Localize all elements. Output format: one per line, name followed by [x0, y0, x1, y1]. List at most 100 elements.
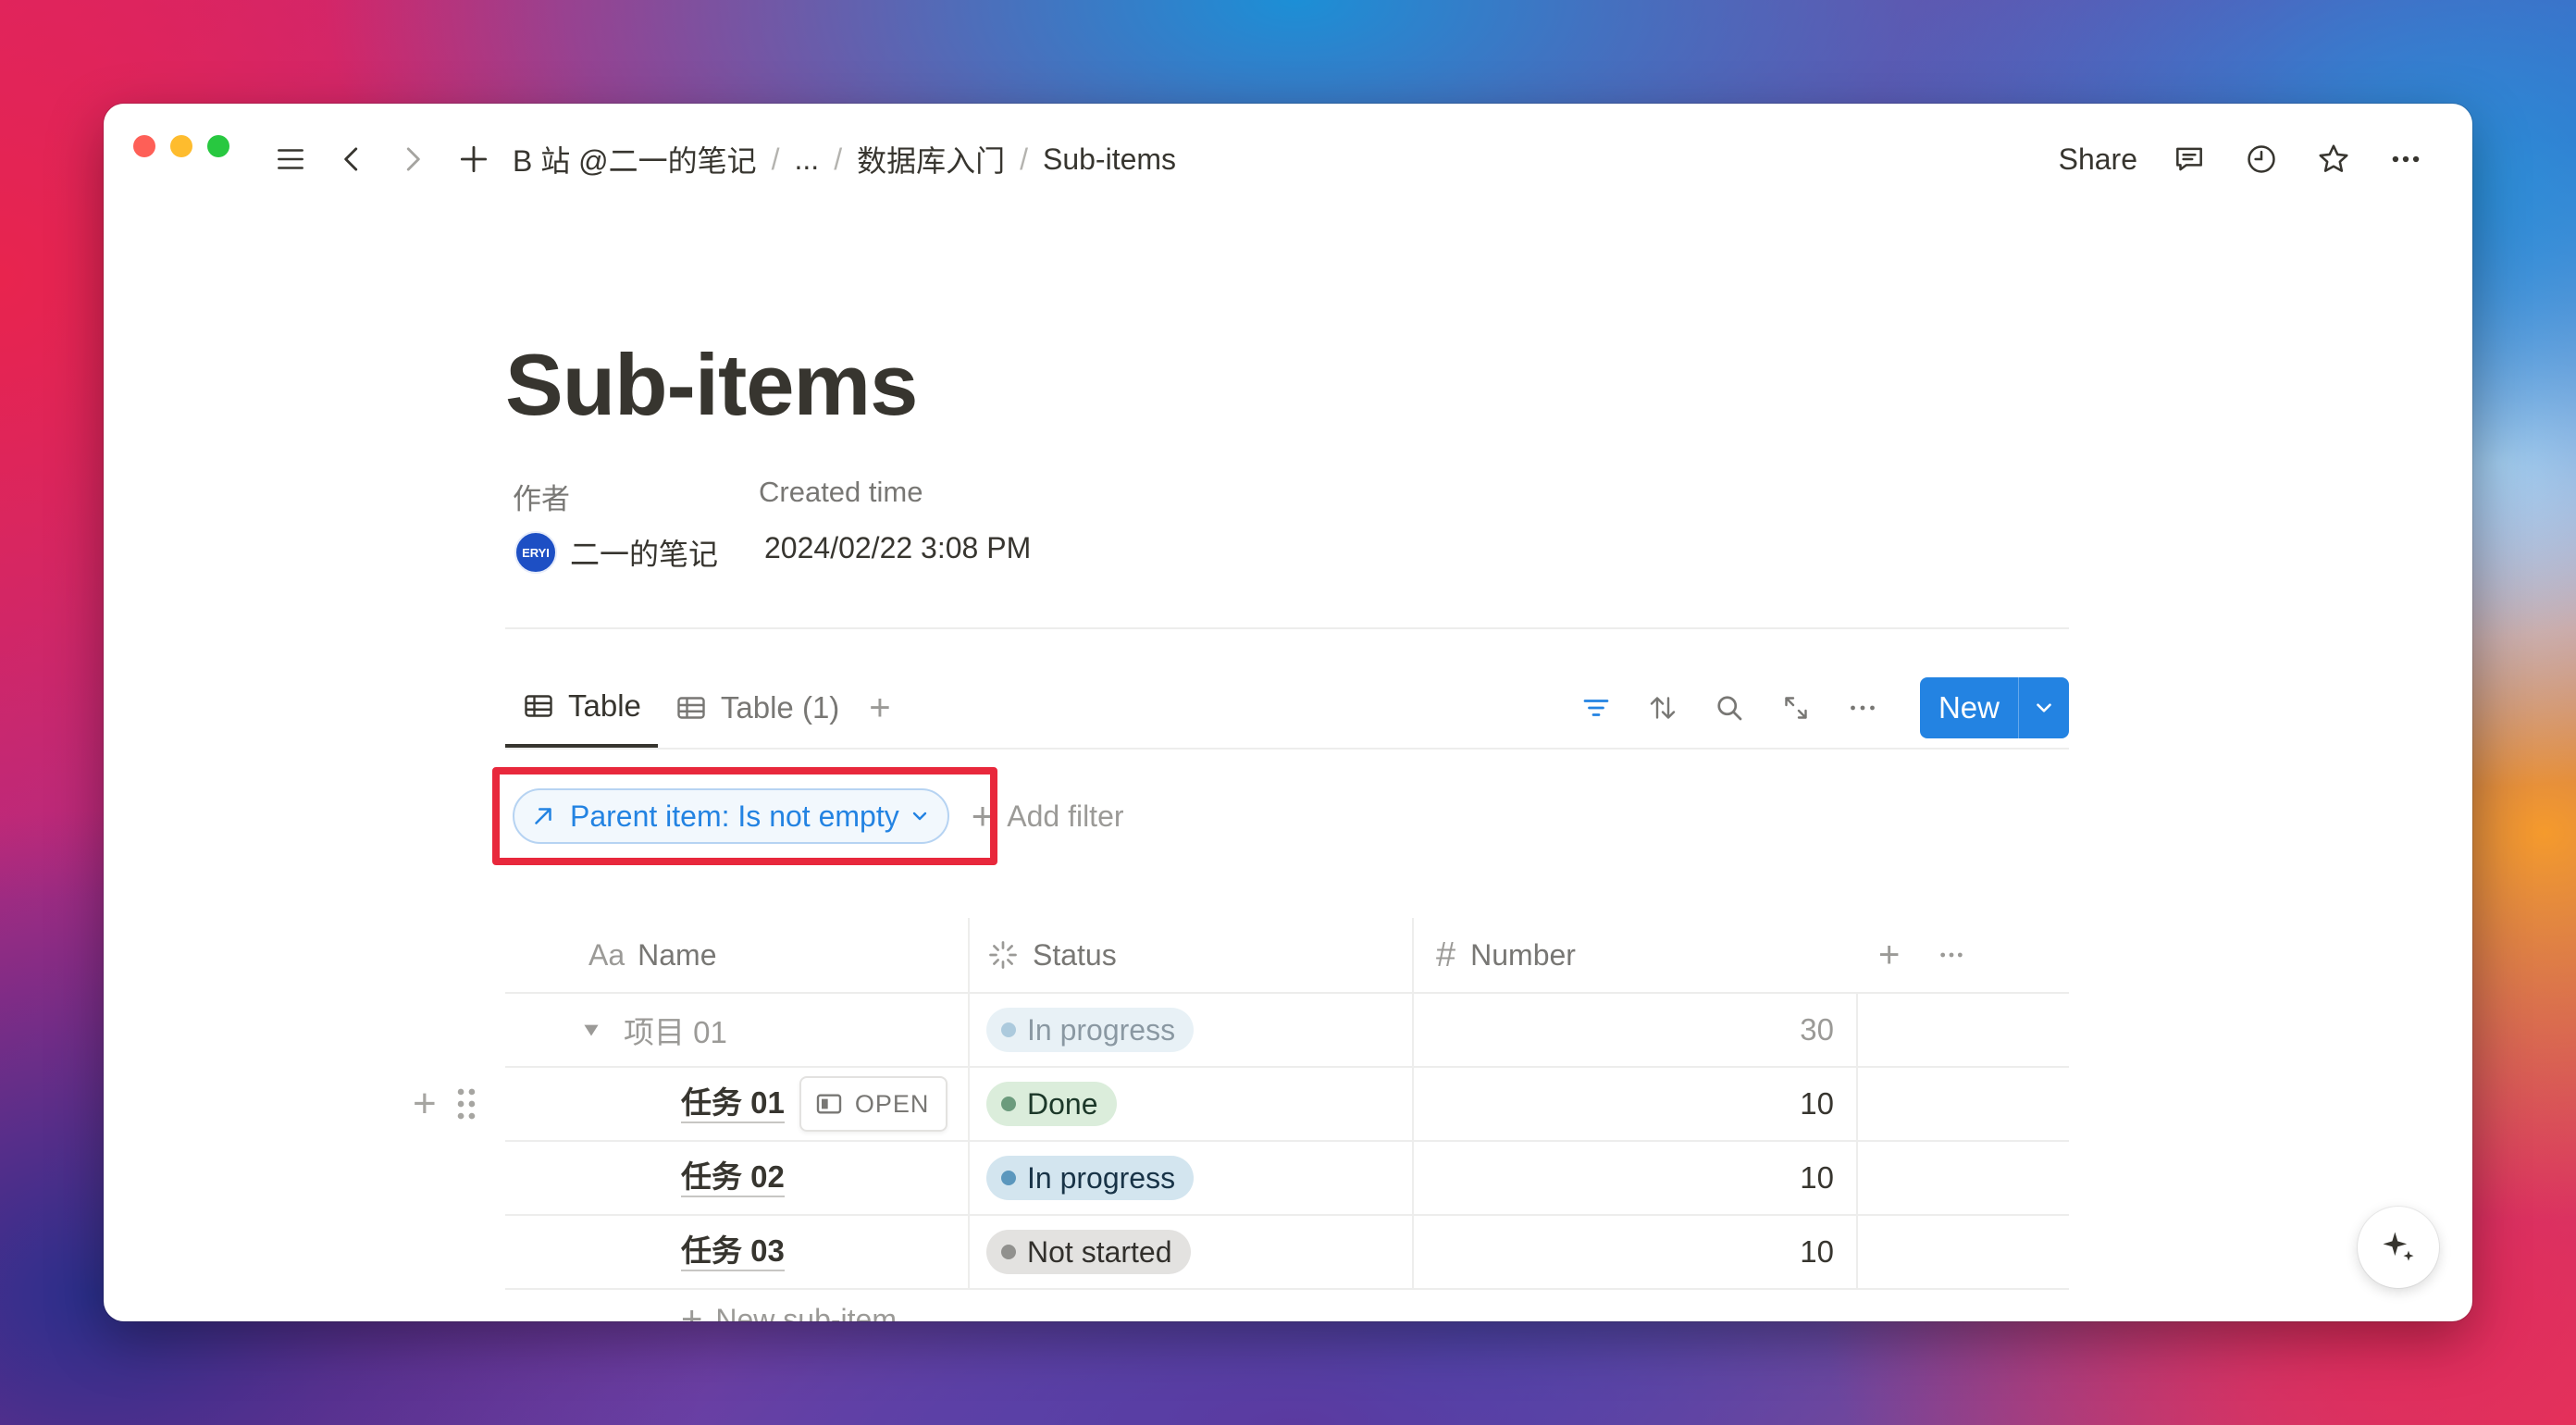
created-time-property-label[interactable]: Created time — [759, 476, 923, 509]
share-button[interactable]: Share — [2059, 142, 2137, 177]
plus-icon — [460, 145, 488, 173]
minimize-window-button[interactable] — [170, 135, 192, 157]
expand-icon — [1785, 697, 1807, 719]
ai-assistant-button[interactable] — [2358, 1207, 2439, 1288]
tab-table[interactable]: Table — [505, 668, 658, 748]
status-cell[interactable]: Done — [968, 1068, 1412, 1140]
add-row-button[interactable]: + — [413, 1081, 437, 1127]
divider — [505, 627, 2069, 629]
author-property-value[interactable]: ERYI 二一的笔记 — [514, 531, 718, 574]
status-cell[interactable]: In progress — [968, 1142, 1412, 1214]
view-tabs: Table Table (1) + New — [505, 668, 2069, 748]
page-title[interactable]: Sub-items — [505, 335, 918, 435]
star-icon — [2319, 144, 2348, 172]
status-dot — [1001, 1245, 1016, 1259]
name-cell: 项目 01 — [505, 994, 968, 1066]
open-label: OPEN — [854, 1089, 930, 1118]
favorite-button[interactable] — [2313, 139, 2354, 180]
row-name[interactable]: 任务 01 — [681, 1084, 785, 1123]
name-cell: 任务 01 OPEN — [505, 1068, 968, 1140]
caret-down-icon[interactable] — [579, 1018, 603, 1042]
comment-icon — [2176, 147, 2202, 171]
column-header-status[interactable]: Status — [968, 918, 1412, 992]
breadcrumb-item-workspace[interactable]: B 站 @二一的笔记 — [507, 134, 762, 184]
status-badge: In progress — [986, 1156, 1195, 1200]
breadcrumb-separator: / — [834, 142, 843, 176]
status-cell[interactable]: In progress — [968, 994, 1412, 1066]
row-handle: + — [413, 1081, 477, 1127]
number-cell[interactable]: 10 — [1412, 1142, 1856, 1214]
sidebar-toggle-button[interactable] — [270, 139, 311, 180]
row-name[interactable]: 任务 03 — [681, 1233, 785, 1271]
comments-button[interactable] — [2169, 139, 2210, 180]
database-table: Aa Name Status # Number + 项目 01 In progr… — [413, 918, 2069, 1322]
status-dot — [1001, 1171, 1016, 1185]
tab-label: Table — [568, 688, 641, 723]
search-button[interactable] — [1709, 688, 1750, 728]
add-view-button[interactable]: + — [856, 688, 903, 729]
status-label: In progress — [1027, 1012, 1176, 1047]
number-cell[interactable]: 10 — [1412, 1068, 1856, 1140]
new-page-button[interactable] — [453, 139, 494, 180]
column-header-actions: + — [1856, 918, 2069, 992]
status-badge: Done — [986, 1082, 1117, 1126]
back-button[interactable] — [331, 139, 372, 180]
sort-button[interactable] — [1642, 688, 1683, 728]
more-horizontal-icon — [2392, 155, 2420, 163]
name-cell: 任务 03 — [505, 1216, 968, 1288]
new-entry-dropdown-button[interactable] — [2018, 677, 2069, 738]
column-header-name[interactable]: Aa Name — [505, 918, 968, 992]
app-window: B 站 @二一的笔记 / ... / 数据库入门 / Sub-items Sha… — [104, 104, 2472, 1321]
maximize-window-button[interactable] — [207, 135, 229, 157]
add-filter-label: Add filter — [1007, 799, 1124, 833]
status-label: Not started — [1027, 1234, 1172, 1269]
status-label: In progress — [1027, 1160, 1176, 1195]
tab-table-1[interactable]: Table (1) — [658, 668, 856, 748]
author-name: 二一的笔记 — [570, 538, 719, 571]
status-dot — [1001, 1097, 1016, 1111]
more-options-button[interactable] — [2385, 139, 2426, 180]
breadcrumb: B 站 @二一的笔记 / ... / 数据库入门 / Sub-items — [507, 134, 1182, 184]
number-cell[interactable]: 10 — [1412, 1216, 1856, 1288]
breadcrumb-separator: / — [1020, 142, 1028, 176]
row-name[interactable]: 任务 02 — [681, 1159, 785, 1197]
empty-cell — [1856, 1068, 2069, 1140]
plus-icon: + — [681, 1298, 703, 1322]
breadcrumb-item-database[interactable]: 数据库入门 — [851, 134, 1010, 184]
breadcrumb-item-current[interactable]: Sub-items — [1037, 139, 1182, 180]
table-row[interactable]: + 任务 01 OPEN Done 10 — [413, 1068, 2069, 1142]
filter-button[interactable] — [1576, 688, 1616, 728]
number-cell[interactable]: 30 — [1412, 994, 1856, 1066]
author-property-label[interactable]: 作者 — [513, 476, 570, 517]
breadcrumb-item-ellipsis[interactable]: ... — [789, 139, 825, 180]
updates-button[interactable] — [2241, 139, 2282, 180]
open-full-page-button[interactable] — [1776, 688, 1816, 728]
status-cell[interactable]: Not started — [968, 1216, 1412, 1288]
open-page-button[interactable]: OPEN — [799, 1076, 948, 1132]
view-options-button[interactable] — [1842, 688, 1883, 728]
table-row[interactable]: 项目 01 In progress 30 — [505, 994, 2069, 1068]
table-icon — [677, 697, 705, 719]
new-sub-item-button[interactable]: + New sub-item — [505, 1290, 2069, 1322]
table-row[interactable]: 任务 02 In progress 10 — [505, 1142, 2069, 1216]
new-entry-button[interactable]: New — [1920, 677, 2018, 738]
column-header-number[interactable]: # Number — [1412, 918, 1856, 992]
column-header-label: Status — [1033, 937, 1117, 972]
chevron-left-icon — [344, 147, 358, 171]
empty-cell — [1856, 1216, 2069, 1288]
more-horizontal-icon[interactable] — [1937, 940, 1966, 970]
forward-button[interactable] — [392, 139, 433, 180]
table-row[interactable]: 任务 03 Not started 10 — [505, 1216, 2069, 1290]
close-window-button[interactable] — [133, 135, 155, 157]
row-name[interactable]: 项目 01 — [624, 1008, 727, 1052]
clock-icon — [2248, 145, 2275, 173]
text-property-icon: Aa — [588, 937, 625, 972]
divider — [505, 748, 2069, 750]
table-header: Aa Name Status # Number + — [505, 918, 2069, 994]
status-dot — [1001, 1022, 1016, 1037]
drag-handle-icon[interactable] — [455, 1086, 477, 1121]
filter-bar: Parent item: Is not empty + Add filter — [492, 767, 1124, 865]
add-property-button[interactable]: + — [1878, 935, 1900, 976]
top-bar: B 站 @二一的笔记 / ... / 数据库入门 / Sub-items Sha… — [270, 131, 2426, 187]
chevron-right-icon — [406, 147, 420, 171]
